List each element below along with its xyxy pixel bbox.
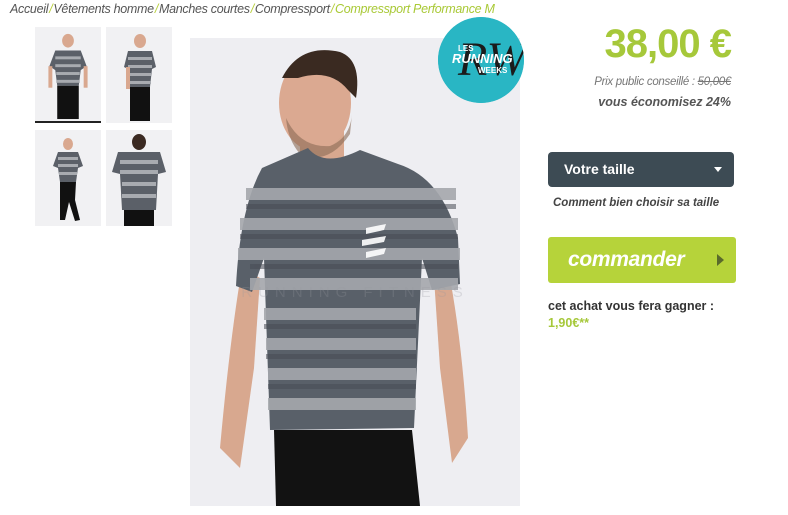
chevron-down-icon: [714, 167, 722, 172]
breadcrumb-home[interactable]: Accueil: [10, 2, 49, 16]
breadcrumb-short-sleeves[interactable]: Manches courtes: [159, 2, 250, 16]
size-guide-link[interactable]: Comment bien choisir sa taille: [553, 197, 719, 209]
play-arrow-icon: [717, 254, 724, 266]
product-photo-side: [106, 27, 172, 123]
product-photo-back: [106, 130, 172, 226]
reward-text: cet achat vous fera gagner :: [548, 299, 715, 313]
thumbnail-back[interactable]: [106, 130, 172, 226]
product-price: 38,00 €: [604, 22, 732, 66]
image-watermark: RUNNING FITNESS: [241, 284, 469, 301]
size-select-label: Votre taille: [564, 161, 635, 177]
thumbnail-front[interactable]: [35, 27, 101, 123]
running-weeks-logo-icon: RW LES RUNNING WEEKS: [438, 17, 524, 103]
reward-value: 1,90€**: [548, 316, 590, 330]
product-photo-front: [35, 27, 101, 121]
breadcrumb: Accueil/Vêtements homme/Manches courtes/…: [10, 2, 495, 18]
public-price: Prix public conseillé : 50,00€: [594, 76, 731, 88]
main-product-image[interactable]: RUNNING FITNESS: [190, 38, 520, 506]
order-button-label: commander: [568, 248, 685, 271]
product-photo-model: [190, 38, 520, 506]
breadcrumb-separator: /: [154, 2, 159, 16]
public-price-value: 50,00€: [697, 76, 732, 88]
breadcrumb-mens-clothing[interactable]: Vêtements homme: [53, 2, 154, 16]
thumbnail-side[interactable]: [106, 27, 172, 123]
breadcrumb-separator: /: [49, 2, 53, 16]
breadcrumb-brand[interactable]: Compressport: [255, 2, 330, 16]
running-weeks-badge: RW LES RUNNING WEEKS: [438, 17, 524, 103]
size-select[interactable]: Votre taille: [548, 152, 734, 187]
badge-line2: RUNNING: [452, 51, 513, 66]
order-button[interactable]: commander: [548, 237, 736, 283]
breadcrumb-current: Compressport Performance M: [334, 2, 495, 16]
badge-line3: WEEKS: [478, 66, 508, 75]
public-price-label: Prix public conseillé :: [594, 76, 695, 88]
thumbnail-walking[interactable]: [35, 130, 101, 226]
breadcrumb-separator: /: [250, 2, 255, 16]
savings-text: vous économisez 24%: [598, 95, 731, 109]
breadcrumb-separator: /: [330, 2, 335, 16]
product-photo-walking: [35, 130, 101, 226]
